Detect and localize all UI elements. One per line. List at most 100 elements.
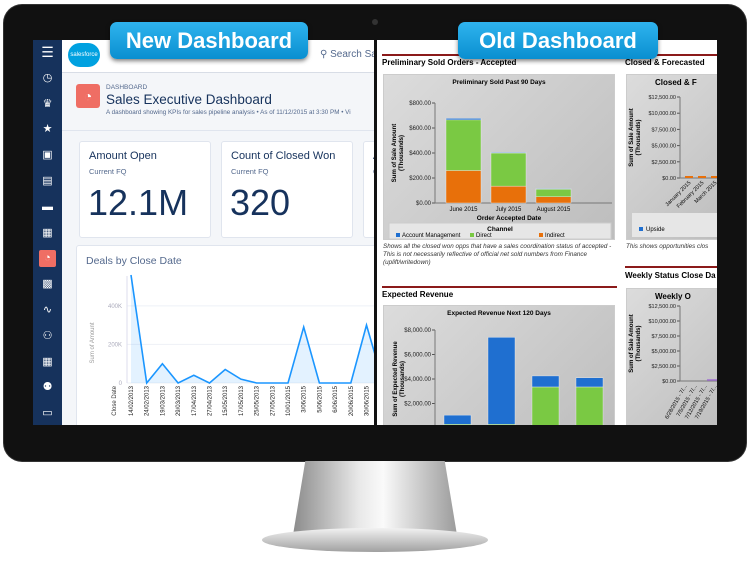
y-tick-label: $2,500.00 (652, 364, 676, 370)
chart-title: Weekly O (655, 292, 691, 301)
y-axis-title: Sum of Expected Revenue (393, 341, 399, 417)
search-input[interactable]: ⚲ Search Sa (320, 49, 375, 60)
y-tick-label: $7,500.00 (652, 334, 676, 340)
bar-segment (445, 170, 482, 204)
y-tick-label: $600.00 (409, 126, 431, 132)
search-icon: ⚲ (320, 49, 331, 60)
y-axis-title: (Thousands) (636, 326, 642, 362)
briefcase-icon[interactable]: ▭ (39, 405, 56, 422)
y-tick-label: $12,500.00 (648, 304, 676, 310)
y-tick-label: $10,000.00 (648, 111, 676, 117)
section-rule (382, 286, 617, 288)
people-icon[interactable]: ⚇ (39, 328, 56, 345)
bar-segment (531, 386, 560, 425)
x-tick-label: 17/04/2013 (192, 385, 198, 416)
old-dashboard-label: Old Dashboard (458, 22, 658, 59)
legend-swatch (396, 233, 400, 237)
metric-card[interactable]: Amount Open Current FQ 12.1M (79, 141, 211, 238)
legend-swatch (639, 227, 643, 231)
y-tick-label: $2,500.00 (652, 160, 676, 166)
x-tick-label: 15/05/2013 (223, 385, 229, 416)
x-tick-label: 27/05/2013 (270, 385, 276, 416)
y-tick-label: $800.00 (409, 101, 431, 107)
calendar-check-icon[interactable]: ▦ (39, 225, 56, 242)
legend-box (632, 213, 717, 237)
prelim-chart-panel: Preliminary Sold Past 90 Days $0.00 $200.… (383, 74, 615, 240)
metric-value: 12.1M (88, 182, 189, 223)
x-tick-label: June 2015 (449, 207, 478, 213)
split-divider (374, 40, 377, 425)
sidebar: ☰ ◷ ♛ ★ ▣ ▤ ▬ ▦ ◔ ▩ ∿ ⚇ ▦ ⚉ ▭ (33, 40, 62, 425)
x-tick-label: 14/02/2013 (129, 385, 135, 416)
bar-segment (535, 188, 572, 190)
y-axis-title: (Thousands) (636, 120, 642, 156)
crown-icon[interactable]: ♛ (39, 96, 56, 113)
folder-icon[interactable]: ▬ (39, 199, 56, 216)
bar (685, 176, 693, 178)
legend-swatch (470, 233, 474, 237)
metric-value: 320 (230, 182, 291, 223)
section-rule (625, 266, 717, 268)
x-tick-label: 30/06/2015 (365, 385, 371, 416)
bar-segment (490, 152, 527, 187)
legend-swatch (539, 233, 543, 237)
bar-segment (487, 337, 516, 425)
prelim-sold-chart: $0.00 $200.00 $400.00 $600.00 $800.00 Sum of … (388, 101, 612, 240)
clock-icon[interactable]: ◷ (39, 70, 56, 87)
bar-segment (575, 386, 604, 425)
briefcase-report-icon[interactable]: ▩ (39, 276, 56, 293)
y-tick-label: $8,000.00 (404, 328, 431, 334)
chart-title: Closed & F (655, 78, 697, 87)
section-expected: Expected Revenue (382, 290, 454, 299)
legend-label: Direct (476, 233, 492, 239)
legend-label: Upside (646, 227, 665, 233)
star-icon[interactable]: ★ (39, 121, 56, 138)
bar (711, 176, 717, 178)
metric-period: Current FQ (89, 167, 127, 176)
camera-dot (372, 19, 378, 25)
inbox-icon[interactable]: ▣ (39, 147, 56, 164)
y-tick-label: $2,000.00 (404, 402, 431, 408)
y-tick-label: 200K (108, 342, 122, 348)
legend-title: Channel (487, 226, 513, 233)
x-tick-label: 20/06/2015 (349, 385, 355, 416)
dashboard-icon: ◔ (76, 84, 100, 108)
x-axis-title: Close Date (112, 385, 118, 415)
y-axis-title: Sum of Amount (90, 322, 96, 363)
y-axis-title: Sum of Sale Amount (392, 124, 398, 182)
y-tick-label: $400.00 (409, 151, 431, 157)
x-tick-label: 17/05/2013 (239, 385, 245, 416)
title-bar: ◔ DASHBOARD Sales Executive Dashboard A … (62, 73, 375, 131)
section-closed: Closed & Forecasted (625, 58, 705, 67)
x-tick-label: 24/02/2013 (145, 385, 151, 416)
menu-icon[interactable]: ☰ (39, 44, 56, 61)
users-icon[interactable]: ⚉ (39, 379, 56, 396)
pulse-icon[interactable]: ∿ (39, 302, 56, 319)
bar-segment (443, 414, 472, 425)
y-tick-label: $7,500.00 (652, 127, 676, 133)
y-tick-label: 0 (119, 381, 123, 387)
closed-forecasted-chart: $0.00 $2,500.00 $5,000.00 $7,500.00 $10,000.… (629, 95, 717, 237)
y-tick-label: 400K (108, 304, 122, 310)
section-weekly: Weekly Status Close Da (625, 271, 716, 280)
dashboard-icon[interactable]: ◔ (39, 250, 56, 268)
metric-period: Current FQ (231, 167, 269, 176)
x-tick-label: 19/03/2013 (160, 385, 166, 416)
series-line (130, 274, 375, 385)
bar-segment (490, 185, 527, 204)
metric-card[interactable]: Count of Closed Won Current FQ 320 (221, 141, 353, 238)
y-tick-label: $12,500.00 (648, 95, 676, 101)
salesforce-logo[interactable]: salesforce (68, 43, 100, 67)
calendar-icon[interactable]: ▦ (39, 354, 56, 371)
x-tick-label: 3/06/2015 (302, 385, 308, 412)
clipboard-icon[interactable]: ▤ (39, 173, 56, 190)
y-tick-label: $0.00 (662, 176, 676, 182)
deals-by-close-date-chart: 0 200K 400K Sum of Amount Close Date 14/02/20… (90, 274, 375, 416)
bar-segment (535, 189, 572, 197)
expected-revenue-chart: $0.00$2,000.00$4,000.00$6,000.00$8,000.0… (393, 328, 604, 425)
y-axis-title: Sum of Sale Amount (629, 108, 635, 166)
deals-chart-card: Deals by Close Date 0 200K 400K Sum of Amou… (76, 245, 375, 425)
new-dashboard: ☰ ◷ ♛ ★ ▣ ▤ ▬ ▦ ◔ ▩ ∿ ⚇ ▦ ⚉ ▭ salesforce ⚲ Search Sa ◔… (33, 40, 375, 425)
y-axis-title: Sum of Sale Amount (629, 314, 635, 372)
y-tick-label: $5,000.00 (652, 349, 676, 355)
